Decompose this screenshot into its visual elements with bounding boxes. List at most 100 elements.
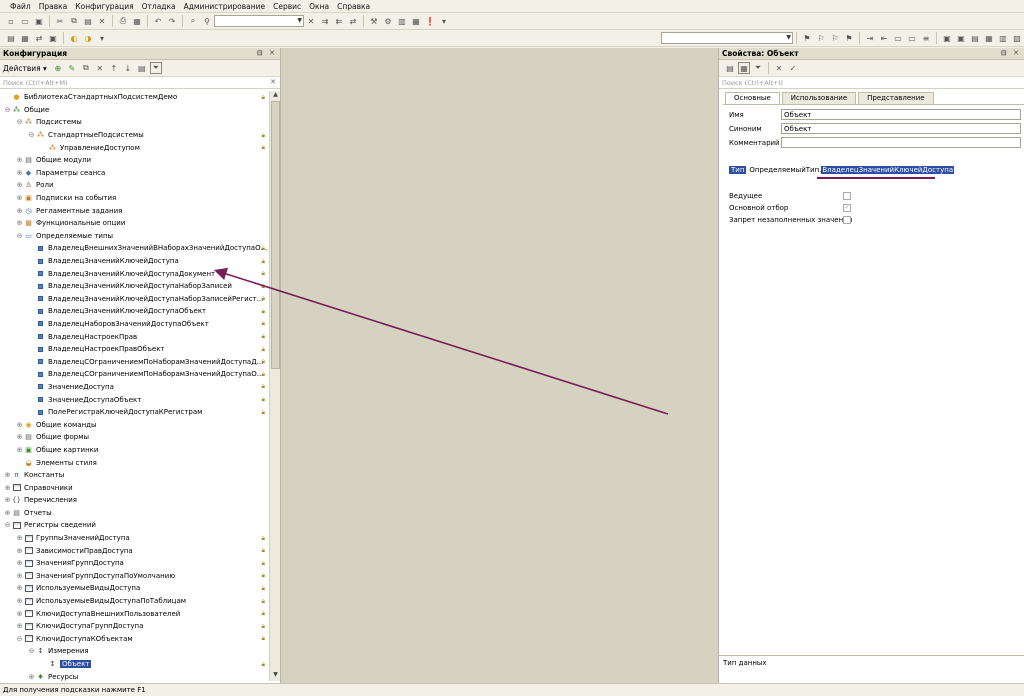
apply-icon[interactable]: ✓ <box>787 62 799 74</box>
tree-item[interactable]: ⊕ ♙ Роли <box>0 179 269 192</box>
compare-icon[interactable]: ⇄ <box>33 32 45 44</box>
tree-item[interactable]: ⊖ КлючиДоступаКОбъектам 🔒︎ <box>0 633 269 646</box>
tree-item[interactable]: ⊕ ◆ Параметры сеанса <box>0 167 269 180</box>
tab-usage[interactable]: Использование <box>781 92 857 104</box>
indent-icon[interactable]: ⇥ <box>864 32 876 44</box>
window5-icon[interactable]: ▥ <box>997 32 1009 44</box>
tree-item[interactable]: ◒ Элементы стиля <box>0 456 269 469</box>
actions-menu[interactable]: Действия ▾ <box>3 64 47 73</box>
calendar-icon[interactable]: ▦ <box>410 15 422 27</box>
designer-icon[interactable]: ⚙ <box>382 15 394 27</box>
expand-icon[interactable]: ⊕ <box>3 509 12 517</box>
expand-icon[interactable]: ⊕ <box>15 181 24 189</box>
tree-item[interactable]: ⊕ ◷ Регламентные задания <box>0 204 269 217</box>
move-down-icon[interactable]: ↓ <box>122 62 134 74</box>
clear-bookmarks-icon[interactable]: ⚑ <box>843 32 855 44</box>
config-icon[interactable]: ▤ <box>5 32 17 44</box>
module-combo[interactable]: ▼ <box>661 32 793 44</box>
tree-item[interactable]: ⊕ КлючиДоступаВнешнихПользователей 🔒︎ <box>0 607 269 620</box>
tree-item[interactable]: ВладелецНастроекПрав 🔒︎ <box>0 330 269 343</box>
synonym-field[interactable]: Объект <box>781 123 1021 134</box>
collapse-icon[interactable]: ⊖ <box>3 521 12 529</box>
tree-item[interactable]: ⊕ ▤ Общие формы <box>0 431 269 444</box>
tree-item[interactable]: ⊕ КлючиДоступаГруппДоступа 🔒︎ <box>0 620 269 633</box>
tree-item[interactable]: ↕ Объект 🔒︎ <box>0 658 269 671</box>
filter-icon[interactable]: ⏷ <box>752 62 764 74</box>
delete-icon[interactable]: ✕ <box>96 15 108 27</box>
expand-icon[interactable]: ⊕ <box>27 673 36 681</box>
tree-item[interactable]: ⊖ ⁂ Подсистемы <box>0 116 269 129</box>
tree-item[interactable]: ЗначениеДоступа 🔒︎ <box>0 381 269 394</box>
collapse-icon[interactable]: ⊖ <box>27 647 36 655</box>
print-icon[interactable]: ⎙ <box>117 15 129 27</box>
menu-item[interactable]: Сервис <box>269 2 305 11</box>
scroll-up-icon[interactable]: ▲ <box>270 91 281 101</box>
scroll-down-icon[interactable]: ▼ <box>270 671 281 681</box>
tree-item[interactable]: ⊕ ▣ Подписки на события <box>0 192 269 205</box>
sort-icon[interactable]: ▤ <box>136 62 148 74</box>
tree-item[interactable]: ВладелецЗначенийКлючейДоступаОбъект 🔒︎ <box>0 305 269 318</box>
expand-icon[interactable]: ⊕ <box>15 156 24 164</box>
expand-icon[interactable]: ⊕ <box>15 584 24 592</box>
window3-icon[interactable]: ▤ <box>969 32 981 44</box>
tree-item[interactable]: ⊕ ИспользуемыеВидыДоступа 🔒︎ <box>0 582 269 595</box>
menu-item[interactable]: Правка <box>35 2 72 11</box>
tree-item[interactable]: ⊕ ГруппыЗначенийДоступа 🔒︎ <box>0 532 269 545</box>
delete-icon[interactable]: ✕ <box>94 62 106 74</box>
tree-item[interactable]: ⊕ ◉ Общие команды <box>0 418 269 431</box>
bookmark-icon[interactable]: ⚑ <box>801 32 813 44</box>
tree-item[interactable]: ⊕ ▣ Общие картинки <box>0 444 269 457</box>
expand-icon[interactable]: ⊕ <box>15 207 24 215</box>
tree-item[interactable]: ● БиблиотекаСтандартныхПодсистемДемо 🔒︎ <box>0 91 269 104</box>
expand-icon[interactable]: ⊕ <box>15 534 24 542</box>
tree-item[interactable]: ЗначениеДоступаОбъект 🔒︎ <box>0 393 269 406</box>
expand-icon[interactable]: ⊕ <box>15 622 24 630</box>
panel-controls[interactable]: ⊟ ✕ <box>257 49 277 57</box>
edit-icon[interactable]: ✎ <box>66 62 78 74</box>
expand-icon[interactable]: ⊕ <box>3 471 12 479</box>
find-prev-icon[interactable]: ⇇ <box>333 15 345 27</box>
binoculars-icon[interactable]: ⚲ <box>201 15 213 27</box>
tree-item[interactable]: ⊕ ЗначенияГруппДоступаПоУмолчанию 🔒︎ <box>0 570 269 583</box>
expand-icon[interactable]: ⊕ <box>15 194 24 202</box>
tree-item[interactable]: ВладелецНаборовЗначенийДоступаОбъект 🔒︎ <box>0 318 269 331</box>
tree-item[interactable]: ⁂ УправлениеДоступом 🔒︎ <box>0 141 269 154</box>
menu-item[interactable]: Конфигурация <box>71 2 137 11</box>
menu-item[interactable]: Справка <box>333 2 374 11</box>
window2-icon[interactable]: ▣ <box>955 32 967 44</box>
tree-item[interactable]: ⊕ ▦ Функциональные опции <box>0 217 269 230</box>
panel-controls[interactable]: ⊟ ✕ <box>1001 49 1021 57</box>
tree-item[interactable]: ⊕ ЗначенияГруппДоступа 🔒︎ <box>0 557 269 570</box>
tree-search-input[interactable]: Поиск (Ctrl+Alt+M) ✕ <box>0 77 280 89</box>
tree-item[interactable]: ⊖ ↕ Измерения <box>0 645 269 658</box>
checkbox[interactable] <box>843 216 851 224</box>
name-field[interactable]: Объект <box>781 109 1021 120</box>
open-folder-icon[interactable]: ▭ <box>19 15 31 27</box>
collapse-icon[interactable]: ⊖ <box>27 131 36 139</box>
uncomment-icon[interactable]: ▭ <box>906 32 918 44</box>
expand-icon[interactable]: ⊕ <box>15 169 24 177</box>
tree-item[interactable]: ⊕ ▤ Отчеты <box>0 507 269 520</box>
undo-icon[interactable]: ↶ <box>152 15 164 27</box>
collapse-icon[interactable]: ⊖ <box>15 118 24 126</box>
expand-icon[interactable]: ⊕ <box>15 446 24 454</box>
find-next-icon[interactable]: ⇉ <box>319 15 331 27</box>
cut-icon[interactable]: ✂ <box>54 15 66 27</box>
new-file-icon[interactable]: ▫ <box>5 15 17 27</box>
start-debug-icon[interactable]: ◐ <box>68 32 80 44</box>
tree-item[interactable]: ВладелецЗначенийКлючейДоступаНаборЗаписе… <box>0 280 269 293</box>
run-icon[interactable]: ◑ <box>82 32 94 44</box>
tree-item[interactable]: ⊖ Регистры сведений <box>0 519 269 532</box>
expand-icon[interactable]: ⊕ <box>15 572 24 580</box>
find-icon[interactable]: ⌕ <box>187 15 199 27</box>
tree-item[interactable]: ВладелецЗначенийКлючейДоступа 🔒︎ <box>0 255 269 268</box>
calculator-icon[interactable]: ▥ <box>396 15 408 27</box>
expand-icon[interactable]: ⊕ <box>3 484 12 492</box>
clear-icon[interactable]: ✕ <box>270 78 276 86</box>
window6-icon[interactable]: ▧ <box>1011 32 1023 44</box>
tab-main[interactable]: Основные <box>725 92 780 104</box>
menu-item[interactable]: Окна <box>305 2 333 11</box>
tree-item[interactable]: ⊕ ♦ Ресурсы <box>0 670 269 681</box>
collapse-icon[interactable]: ⊖ <box>15 232 24 240</box>
tree-scrollbar[interactable]: ▲ ▼ <box>269 91 280 681</box>
